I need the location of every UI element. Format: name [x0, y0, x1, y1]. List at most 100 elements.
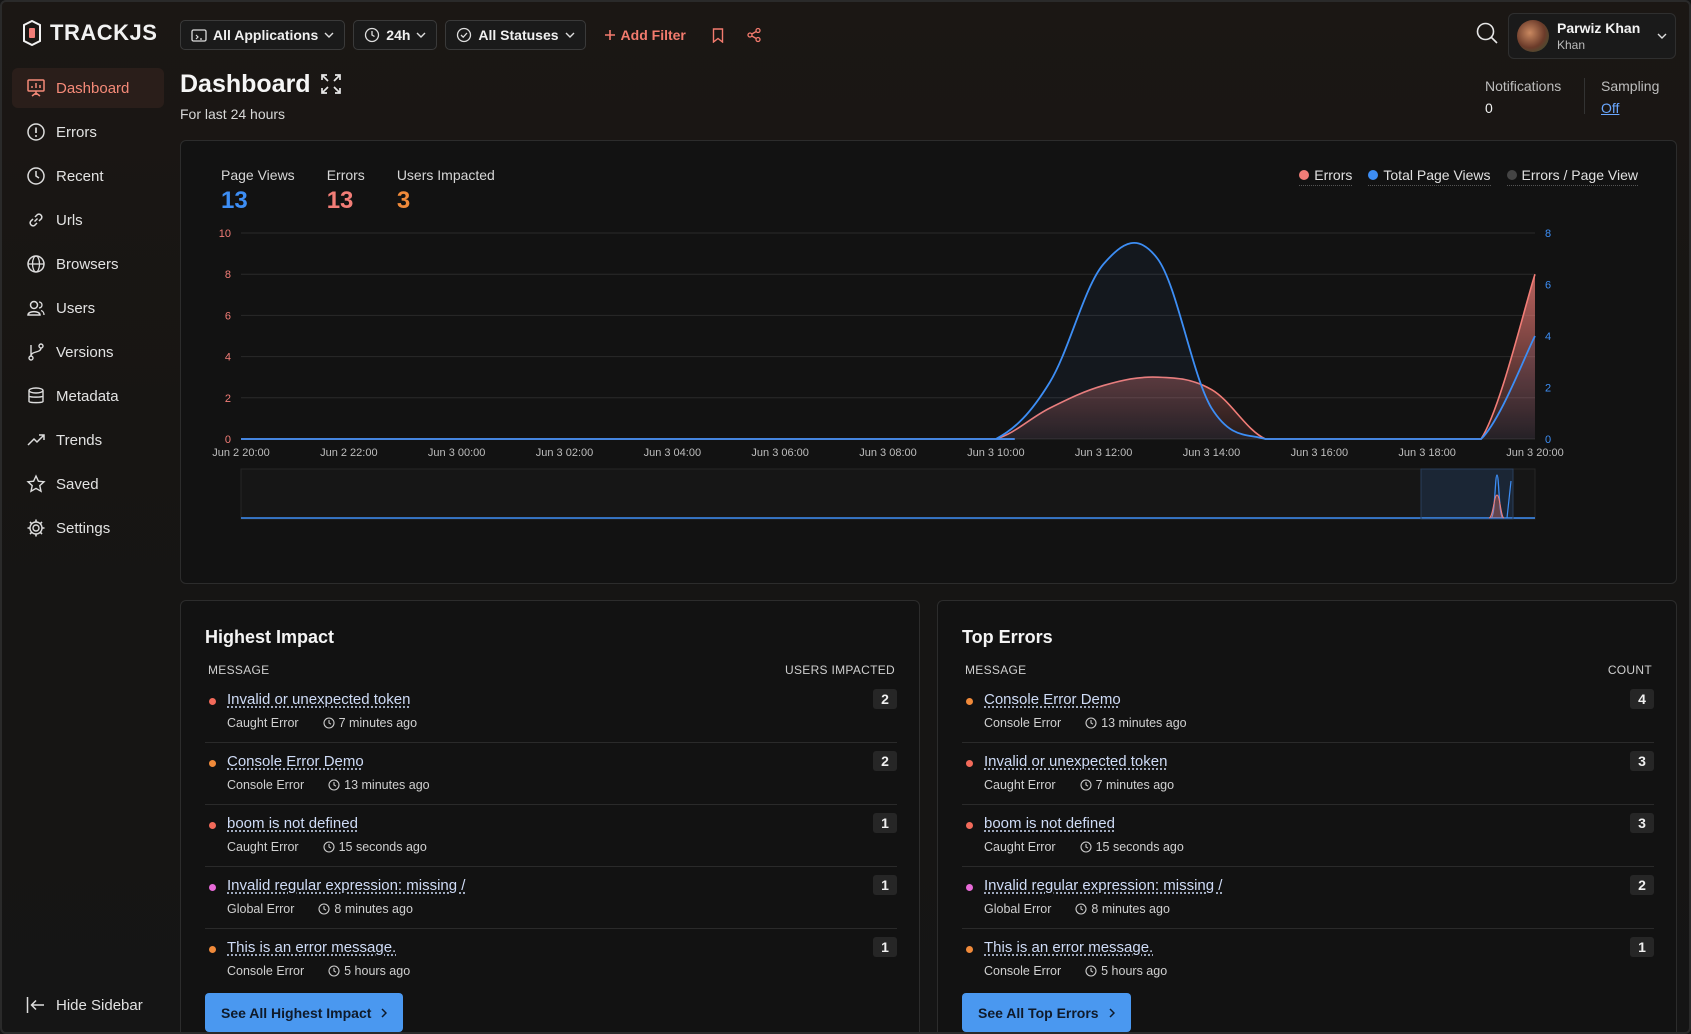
- error-meta: Console Error 13 minutes ago: [227, 778, 430, 792]
- error-time: 15 seconds ago: [1080, 840, 1184, 854]
- error-message-link[interactable]: Invalid or unexpected token: [984, 753, 1167, 770]
- avatar: [1517, 20, 1549, 52]
- sidebar-item-users[interactable]: Users: [12, 288, 164, 328]
- chevron-down-icon: [565, 32, 575, 38]
- trend-icon: [27, 434, 45, 446]
- error-time: 5 hours ago: [328, 964, 410, 978]
- statuses-dropdown[interactable]: All Statuses: [445, 20, 586, 50]
- top-errors-panel: Top Errors MESSAGE COUNT Console Error D…: [937, 600, 1677, 1032]
- y-right-tick-label: 2: [1545, 383, 1551, 395]
- error-time: 7 minutes ago: [323, 716, 417, 730]
- clock-icon: [1075, 903, 1087, 915]
- sidebar-item-label: Browsers: [56, 255, 119, 273]
- chevron-down-icon: [1657, 33, 1667, 39]
- error-message-link[interactable]: Invalid or unexpected token: [227, 691, 410, 708]
- error-message-link[interactable]: Console Error Demo: [227, 753, 364, 770]
- error-type: Caught Error: [984, 840, 1056, 854]
- list-item[interactable]: This is an error message. Console Error 5 …: [205, 929, 897, 991]
- y-right-tick-label: 6: [1545, 280, 1551, 292]
- error-message-link[interactable]: boom is not defined: [227, 815, 358, 832]
- area-chart[interactable]: 0 2 4 6 8 10 0 2 4 6 8 Jun 2 20:00 Jun 2 22:00 Jun 3 …: [181, 141, 1676, 583]
- x-tick-label: Jun 2 22:00: [320, 447, 378, 459]
- severity-dot: [966, 946, 973, 953]
- applications-dropdown[interactable]: All Applications: [180, 20, 346, 50]
- sidebar-item-recent[interactable]: Recent: [12, 156, 164, 196]
- sidebar-item-metadata[interactable]: Metadata: [12, 376, 164, 416]
- column-header-users: USERS IMPACTED: [785, 663, 895, 677]
- fullscreen-button[interactable]: [320, 73, 342, 98]
- y-left-tick-label: 2: [225, 393, 231, 405]
- bookmark-icon: [712, 27, 724, 43]
- error-message-link[interactable]: This is an error message.: [984, 939, 1153, 956]
- list-item[interactable]: Invalid regular expression: missing / Glo…: [962, 867, 1654, 929]
- error-meta: Caught Error 7 minutes ago: [984, 778, 1174, 792]
- list-item[interactable]: Invalid or unexpected token Caught Error 7…: [205, 681, 897, 743]
- error-type: Console Error: [227, 964, 305, 978]
- add-filter-button[interactable]: Add Filter: [594, 27, 696, 43]
- column-header-message: MESSAGE: [208, 663, 270, 677]
- user-sub: Khan: [1557, 38, 1586, 52]
- error-meta: Global Error 8 minutes ago: [984, 902, 1170, 916]
- time-ago: 13 minutes ago: [344, 778, 430, 792]
- sidebar-item-browsers[interactable]: Browsers: [12, 244, 164, 284]
- list-item[interactable]: Invalid regular expression: missing / Glo…: [205, 867, 897, 929]
- list-item[interactable]: boom is not defined Caught Error 15 second…: [962, 805, 1654, 867]
- error-meta: Caught Error 7 minutes ago: [227, 716, 417, 730]
- sampling-link[interactable]: Off: [1601, 100, 1659, 116]
- x-tick-label: Jun 3 00:00: [428, 447, 486, 459]
- applications-label: All Applications: [213, 27, 319, 43]
- sidebar-item-settings[interactable]: Settings: [12, 508, 164, 548]
- trackjs-logo[interactable]: TRACKJS: [20, 18, 157, 48]
- range-navigator[interactable]: [240, 468, 1536, 520]
- sidebar-item-versions[interactable]: Versions: [12, 332, 164, 372]
- sidebar-item-label: Recent: [56, 167, 104, 185]
- sidebar-item-trends[interactable]: Trends: [12, 420, 164, 460]
- error-message-link[interactable]: This is an error message.: [227, 939, 396, 956]
- list-item[interactable]: Invalid or unexpected token Caught Error 7…: [962, 743, 1654, 805]
- error-meta: Console Error 13 minutes ago: [984, 716, 1187, 730]
- share-button[interactable]: [740, 21, 768, 49]
- error-message-link[interactable]: boom is not defined: [984, 815, 1115, 832]
- error-message-link[interactable]: Invalid regular expression: missing /: [227, 877, 465, 894]
- see-all-top-errors-button[interactable]: See All Top Errors: [962, 993, 1131, 1032]
- list-item[interactable]: Console Error Demo Console Error 13 minute…: [962, 681, 1654, 743]
- sidebar-item-saved[interactable]: Saved: [12, 464, 164, 504]
- search-icon: [1476, 22, 1498, 44]
- clock-icon: [1085, 717, 1097, 729]
- x-tick-label: Jun 3 10:00: [967, 447, 1024, 459]
- sidebar-item-dashboard[interactable]: Dashboard: [12, 68, 164, 108]
- bookmark-button[interactable]: [704, 21, 732, 49]
- see-all-highest-impact-button[interactable]: See All Highest Impact: [205, 993, 404, 1032]
- clock-icon: [1080, 841, 1092, 853]
- page-views-series-line[interactable]: [240, 241, 1536, 440]
- list-item[interactable]: This is an error message. Console Error 5 …: [962, 929, 1654, 991]
- error-type: Console Error: [227, 778, 305, 792]
- user-menu[interactable]: Parwiz Khan Khan: [1508, 13, 1676, 59]
- list-item[interactable]: boom is not defined Caught Error 15 second…: [205, 805, 897, 867]
- sidebar-item-errors[interactable]: Errors: [12, 112, 164, 152]
- count-badge: 2: [873, 751, 897, 771]
- user-name: Parwiz Khan: [1557, 20, 1641, 36]
- notifications-stat[interactable]: Notifications 0: [1485, 78, 1561, 116]
- severity-dot: [209, 946, 216, 953]
- list-item[interactable]: Console Error Demo Console Error 13 minute…: [205, 743, 897, 805]
- sidebar: Dashboard Errors Recent Urls Browsers Us…: [12, 68, 164, 552]
- sidebar-item-urls[interactable]: Urls: [12, 200, 164, 240]
- time-ago: 15 seconds ago: [1095, 840, 1184, 854]
- error-message-link[interactable]: Console Error Demo: [984, 691, 1121, 708]
- error-time: 15 seconds ago: [323, 840, 427, 854]
- severity-dot: [209, 698, 216, 705]
- y-right-tick-label: 8: [1545, 228, 1551, 240]
- page-title: Dashboard: [180, 70, 311, 98]
- severity-dot: [966, 884, 973, 891]
- y-right-tick-label: 4: [1545, 331, 1551, 343]
- error-meta: Caught Error 15 seconds ago: [227, 840, 427, 854]
- timerange-dropdown[interactable]: 24h: [353, 20, 438, 50]
- branch-icon: [28, 343, 44, 361]
- hide-sidebar-button[interactable]: Hide Sidebar: [26, 996, 143, 1014]
- global-search-button[interactable]: [1475, 21, 1499, 48]
- divider: [1584, 78, 1585, 114]
- error-type: Console Error: [984, 964, 1062, 978]
- error-message-link[interactable]: Invalid regular expression: missing /: [984, 877, 1222, 894]
- error-meta: Caught Error 15 seconds ago: [984, 840, 1184, 854]
